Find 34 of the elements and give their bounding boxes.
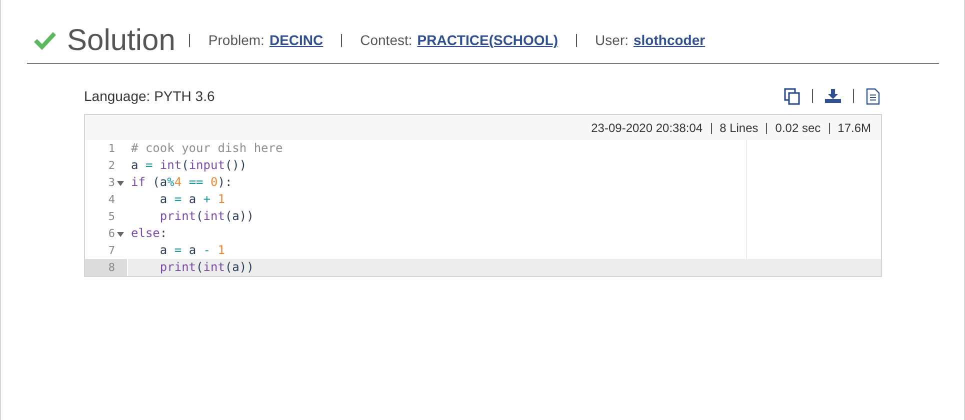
field-link[interactable]: DECINC bbox=[269, 34, 324, 47]
code-text: a = a + 1 bbox=[127, 191, 225, 208]
line-number: 1 bbox=[108, 141, 115, 157]
page-title: Solution bbox=[67, 24, 176, 58]
code-text: print(int(a)) bbox=[127, 259, 254, 276]
field-label: Contest: bbox=[360, 34, 412, 47]
meta-text: 17.6M bbox=[828, 123, 871, 134]
line-number: 5 bbox=[108, 209, 115, 225]
line-number: 3 bbox=[108, 175, 115, 191]
code-text: a = int(input()) bbox=[127, 157, 247, 174]
language-label: Language: PYTH 3.6 bbox=[84, 88, 215, 104]
check-icon bbox=[33, 30, 57, 50]
field-label: Problem: bbox=[208, 34, 264, 47]
copy-icon bbox=[784, 88, 800, 104]
line-number: 7 bbox=[108, 243, 115, 259]
meta-text: 0.02 sec bbox=[766, 123, 829, 134]
field-link[interactable]: PRACTICE(SCHOOL) bbox=[417, 34, 558, 47]
meta-text: 8 Lines bbox=[710, 123, 766, 134]
document-icon bbox=[866, 88, 880, 104]
code-text: # cook your dish here bbox=[127, 140, 283, 157]
fold-caret-icon[interactable] bbox=[117, 232, 124, 237]
code-text: if (a%4 == 0): bbox=[127, 174, 232, 191]
meta-text: 23-09-2020 20:38:04 bbox=[590, 123, 704, 134]
code-text: else: bbox=[127, 225, 168, 242]
file-button[interactable] bbox=[853, 89, 882, 103]
code-text: print(int(a)) bbox=[127, 208, 254, 225]
line-number: 6 bbox=[108, 226, 115, 242]
fold-caret-icon[interactable] bbox=[117, 181, 124, 186]
line-number: 4 bbox=[108, 192, 115, 208]
line-number: 8 bbox=[108, 260, 115, 276]
download-icon bbox=[825, 89, 841, 103]
line-number: 2 bbox=[108, 158, 115, 174]
field-label: User: bbox=[595, 34, 628, 47]
field-link[interactable]: slothcoder bbox=[634, 34, 706, 47]
